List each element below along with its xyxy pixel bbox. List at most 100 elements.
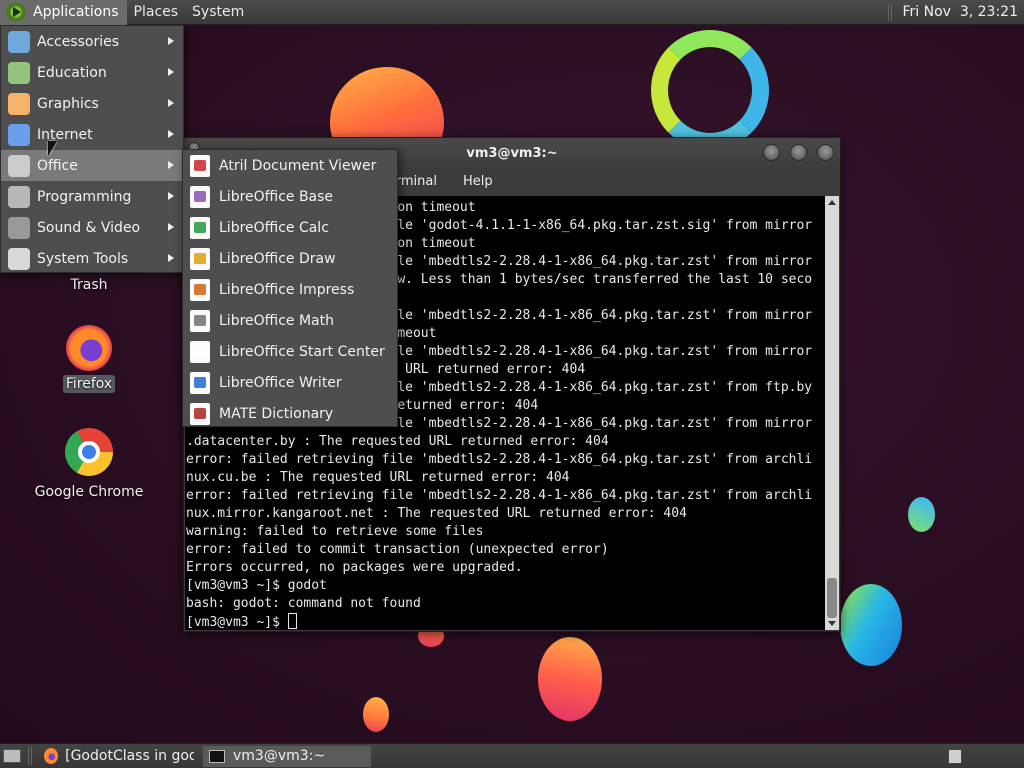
accessories-icon xyxy=(8,30,30,53)
scroll-up-icon[interactable] xyxy=(828,200,836,205)
firefox-icon xyxy=(66,325,112,371)
system-tools-icon xyxy=(8,247,30,270)
system-menu[interactable]: System xyxy=(185,4,251,20)
desktop-trash[interactable]: Trash xyxy=(29,276,149,294)
scroll-thumb[interactable] xyxy=(827,578,837,618)
apps-item-accessories[interactable]: Accessories xyxy=(1,26,183,57)
submenu-arrow-icon xyxy=(168,161,174,169)
office-item-label: LibreOffice Base xyxy=(219,188,334,205)
libreoffice-draw-icon xyxy=(190,247,210,270)
office-item-libreoffice-draw[interactable]: LibreOffice Draw xyxy=(183,243,397,274)
graphics-icon xyxy=(8,92,30,115)
terminal-icon xyxy=(209,749,225,763)
places-menu[interactable]: Places xyxy=(127,4,186,20)
terminal-line: nux.mirror.kangaroot.net : The requested… xyxy=(186,506,687,521)
panel-separator xyxy=(888,3,893,21)
show-desktop-icon[interactable] xyxy=(3,749,21,763)
office-submenu: Atril Document Viewer LibreOffice Base Lib… xyxy=(182,149,398,427)
submenu-arrow-icon xyxy=(168,99,174,107)
top-panel: Applications Places System Fri Nov 3, 23… xyxy=(0,0,1024,25)
terminal-prompt-line: [vm3@vm3 ~]$ xyxy=(186,613,826,630)
applications-menu-button[interactable]: Applications xyxy=(0,0,127,25)
apps-item-education[interactable]: Education xyxy=(1,57,183,88)
office-item-libreoffice-writer[interactable]: LibreOffice Writer xyxy=(183,367,397,398)
libreoffice-calc-icon xyxy=(190,216,210,239)
office-item-label: LibreOffice Writer xyxy=(219,374,342,391)
taskbar-separator xyxy=(28,747,32,765)
apps-item-sound-video[interactable]: Sound & Video xyxy=(1,212,183,243)
minimize-button[interactable] xyxy=(763,144,780,161)
mouse-pointer-icon xyxy=(48,141,57,156)
terminal-title: vm3@vm3:~ xyxy=(466,145,558,161)
task-godot[interactable]: [GodotClass in god... xyxy=(38,746,200,767)
apps-item-office[interactable]: Office xyxy=(1,150,183,181)
desktop-chrome[interactable]: Google Chrome xyxy=(29,428,149,501)
wallpaper-shape xyxy=(908,497,935,532)
office-item-libreoffice-base[interactable]: LibreOffice Base xyxy=(183,181,397,212)
terminal-line: warning: failed to retrieve some files xyxy=(186,524,484,539)
programming-icon xyxy=(8,185,30,208)
sound-video-icon xyxy=(8,216,30,239)
mate-logo-icon xyxy=(6,2,26,22)
scroll-down-icon[interactable] xyxy=(828,621,836,626)
apps-item-label: System Tools xyxy=(37,250,129,267)
workspace-switcher[interactable] xyxy=(948,748,962,764)
task-terminal[interactable]: vm3@vm3:~ xyxy=(203,745,371,767)
apps-item-label: Sound & Video xyxy=(37,219,141,236)
apps-item-programming[interactable]: Programming xyxy=(1,181,183,212)
maximize-button[interactable] xyxy=(790,144,807,161)
wallpaper-shape xyxy=(538,637,602,721)
trash-label: Trash xyxy=(70,277,108,293)
terminal-line: [vm3@vm3 ~]$ godot xyxy=(186,578,327,593)
wallpaper-shape xyxy=(840,584,902,666)
office-item-mate-dictionary[interactable]: MATE Dictionary xyxy=(183,398,397,429)
terminal-line: .datacenter.by : The requested URL retur… xyxy=(186,434,609,449)
submenu-arrow-icon xyxy=(168,37,174,45)
task-godot-label: [GodotClass in god... xyxy=(65,748,194,764)
firefox-icon xyxy=(44,748,59,764)
apps-item-internet[interactable]: Internet xyxy=(1,119,183,150)
terminal-line: error: failed retrieving file 'mbedtls2-… xyxy=(186,452,813,467)
applications-menu: Accessories Education Graphics Internet Offi… xyxy=(0,25,184,273)
terminal-prompt: [vm3@vm3 ~]$ xyxy=(186,615,288,630)
apps-item-label: Graphics xyxy=(37,95,99,112)
apps-item-graphics[interactable]: Graphics xyxy=(1,88,183,119)
terminal-line: bash: godot: command not found xyxy=(186,596,421,611)
task-terminal-label: vm3@vm3:~ xyxy=(233,748,326,764)
apps-item-system-tools[interactable]: System Tools xyxy=(1,243,183,274)
submenu-arrow-icon xyxy=(168,223,174,231)
office-item-label: LibreOffice Impress xyxy=(219,281,355,298)
apps-item-label: Internet xyxy=(37,126,93,143)
terminal-scrollbar[interactable] xyxy=(825,196,839,630)
education-icon xyxy=(8,61,30,84)
terminal-line: Errors occurred, no packages were upgrad… xyxy=(186,560,523,575)
office-item-label: MATE Dictionary xyxy=(219,405,334,422)
bottom-taskbar: [GodotClass in god... vm3@vm3:~ xyxy=(0,743,1024,768)
chrome-icon xyxy=(65,428,113,476)
libreoffice-base-icon xyxy=(190,185,210,208)
apps-item-label: Programming xyxy=(37,188,132,205)
apps-item-label: Office xyxy=(37,157,78,174)
applications-label: Applications xyxy=(33,4,119,20)
office-item-libreoffice-impress[interactable]: LibreOffice Impress xyxy=(183,274,397,305)
submenu-arrow-icon xyxy=(168,254,174,262)
apps-item-label: Accessories xyxy=(37,33,120,50)
office-item-libreoffice-math[interactable]: LibreOffice Math xyxy=(183,305,397,336)
atril-icon xyxy=(190,154,210,177)
clock[interactable]: Fri Nov 3, 23:21 xyxy=(902,4,1024,20)
wallpaper-shape xyxy=(363,697,389,732)
office-item-libreoffice-calc[interactable]: LibreOffice Calc xyxy=(183,212,397,243)
submenu-arrow-icon xyxy=(168,68,174,76)
office-item-label: LibreOffice Start Center xyxy=(219,343,385,360)
close-button[interactable] xyxy=(817,144,834,161)
office-item-atril[interactable]: Atril Document Viewer xyxy=(183,150,397,181)
terminal-line: error: failed to commit transaction (une… xyxy=(186,542,609,557)
libreoffice-start-icon xyxy=(190,340,210,363)
menu-help[interactable]: Help xyxy=(463,174,493,189)
libreoffice-impress-icon xyxy=(190,278,210,301)
desktop-firefox[interactable]: Firefox xyxy=(29,325,149,393)
chrome-label: Google Chrome xyxy=(34,484,144,500)
libreoffice-writer-icon xyxy=(190,371,210,394)
office-item-libreoffice-start[interactable]: LibreOffice Start Center xyxy=(183,336,397,367)
terminal-line: error: failed retrieving file 'mbedtls2-… xyxy=(186,488,813,503)
